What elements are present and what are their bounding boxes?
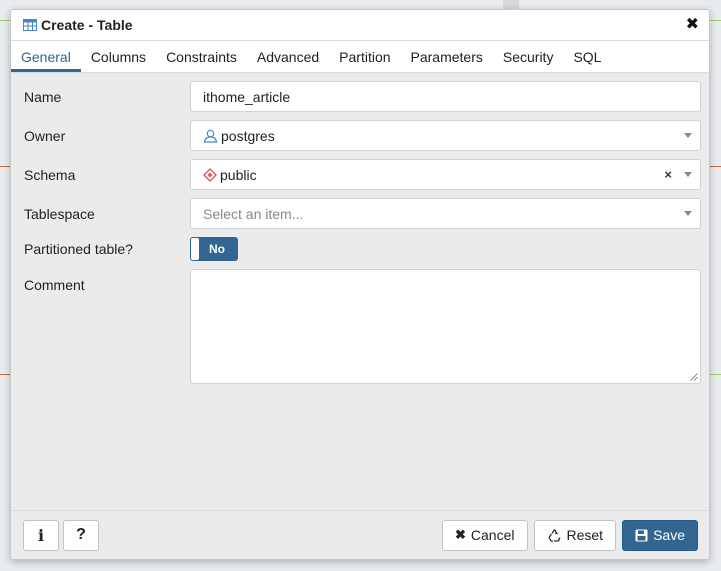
dialog-title: Create - Table bbox=[41, 17, 133, 33]
help-button[interactable]: ? bbox=[63, 519, 99, 551]
cancel-button[interactable]: ✖ Cancel bbox=[442, 519, 528, 551]
owner-row: Owner postgres bbox=[23, 120, 701, 151]
create-table-dialog: Create - Table ✖ General Columns Constra… bbox=[10, 9, 710, 560]
tab-constraints[interactable]: Constraints bbox=[156, 41, 247, 72]
background-line bbox=[710, 374, 721, 375]
dialog-titlebar[interactable]: Create - Table ✖ bbox=[11, 10, 709, 41]
name-value: ithome_article bbox=[203, 88, 291, 105]
general-form: Name ithome_article Owner postgres Schem… bbox=[11, 73, 709, 384]
info-button[interactable]: i bbox=[23, 519, 59, 551]
background-line bbox=[0, 374, 10, 375]
info-icon: i bbox=[37, 525, 45, 545]
tab-security[interactable]: Security bbox=[493, 41, 564, 72]
background-line bbox=[0, 20, 10, 21]
background-line bbox=[710, 20, 721, 21]
name-row: Name ithome_article bbox=[23, 81, 701, 112]
tab-columns[interactable]: Columns bbox=[81, 41, 156, 72]
schema-row: Schema public × bbox=[23, 159, 701, 190]
owner-select[interactable]: postgres bbox=[190, 120, 701, 151]
comment-row: Comment bbox=[23, 269, 701, 384]
tab-advanced[interactable]: Advanced bbox=[247, 41, 329, 72]
toggle-label: No bbox=[209, 242, 225, 256]
dialog-footer: i ? ✖ Cancel Reset Save bbox=[11, 510, 709, 559]
comment-textarea[interactable] bbox=[190, 269, 701, 384]
table-icon bbox=[23, 18, 37, 32]
save-button[interactable]: Save bbox=[622, 519, 698, 551]
schema-select[interactable]: public × bbox=[190, 159, 701, 190]
help-icon: ? bbox=[76, 526, 86, 543]
tab-general[interactable]: General bbox=[11, 41, 81, 72]
tab-parameters[interactable]: Parameters bbox=[401, 41, 493, 72]
schema-diamond-icon bbox=[203, 167, 217, 182]
close-icon: ✖ bbox=[455, 527, 466, 542]
save-label: Save bbox=[653, 527, 685, 543]
background-line bbox=[710, 166, 721, 167]
tablespace-select[interactable]: Select an item... bbox=[190, 198, 701, 229]
partitioned-toggle[interactable]: No bbox=[190, 237, 238, 261]
chevron-down-icon[interactable] bbox=[684, 172, 692, 177]
close-icon[interactable]: ✖ bbox=[686, 17, 699, 33]
floppy-disk-icon bbox=[635, 529, 648, 542]
name-input[interactable]: ithome_article bbox=[190, 81, 701, 112]
tablespace-row: Tablespace Select an item... bbox=[23, 198, 701, 229]
schema-label: Schema bbox=[24, 166, 76, 183]
cancel-label: Cancel bbox=[470, 527, 515, 543]
tab-sql[interactable]: SQL bbox=[563, 41, 611, 72]
partitioned-label: Partitioned table? bbox=[24, 241, 133, 257]
tablespace-label: Tablespace bbox=[24, 205, 95, 222]
reset-button[interactable]: Reset bbox=[533, 519, 617, 551]
toggle-knob bbox=[191, 238, 199, 260]
tab-partition[interactable]: Partition bbox=[329, 41, 400, 72]
owner-value: postgres bbox=[221, 127, 275, 144]
name-label: Name bbox=[24, 88, 62, 105]
tab-bar: General Columns Constraints Advanced Par… bbox=[11, 41, 709, 73]
background-line bbox=[0, 166, 10, 167]
partitioned-row: Partitioned table? No bbox=[23, 237, 701, 261]
clear-icon[interactable]: × bbox=[664, 167, 672, 182]
user-icon bbox=[203, 129, 218, 143]
resize-grip-icon[interactable] bbox=[690, 373, 698, 381]
recycle-icon bbox=[547, 528, 562, 543]
chevron-down-icon[interactable] bbox=[684, 211, 692, 216]
reset-label: Reset bbox=[566, 527, 604, 543]
owner-label: Owner bbox=[24, 127, 66, 144]
comment-label: Comment bbox=[24, 277, 85, 293]
schema-value: public bbox=[220, 166, 257, 183]
tablespace-placeholder: Select an item... bbox=[203, 205, 304, 222]
chevron-down-icon[interactable] bbox=[684, 133, 692, 138]
